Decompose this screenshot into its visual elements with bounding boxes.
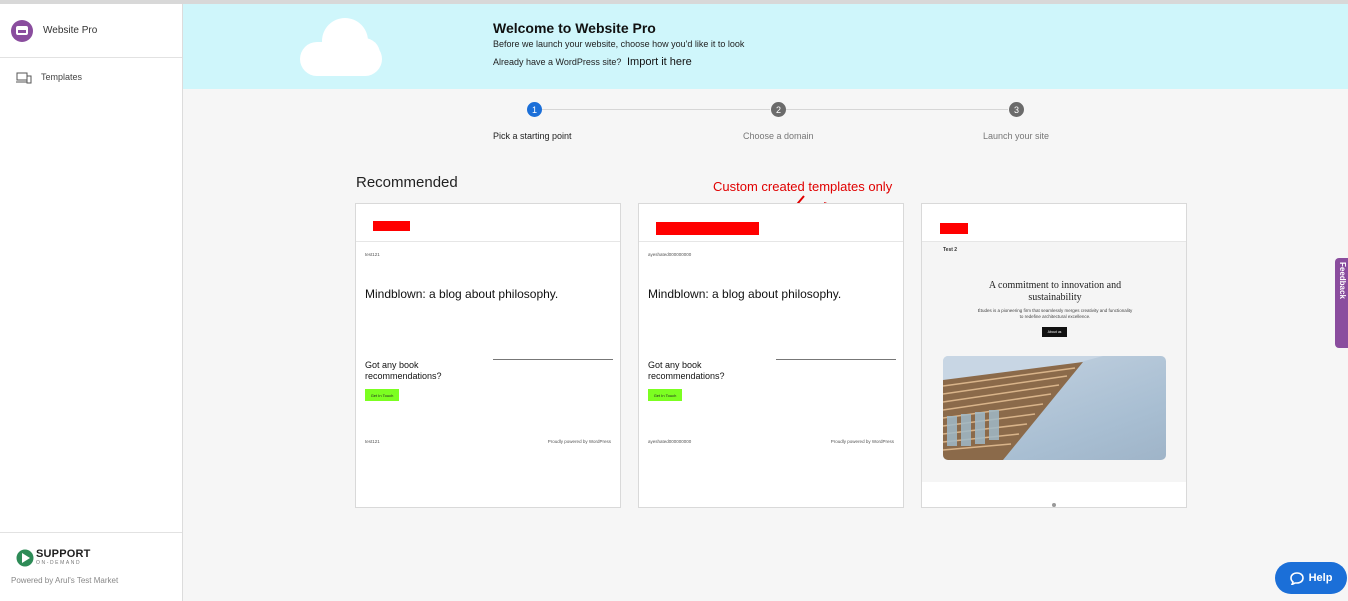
step-connector [542,109,770,110]
site-name: ayeshated000000000 [648,252,692,257]
preview-heading: A commitment to innovation and sustainab… [988,280,1122,303]
brand-name: SUPPORT [36,548,91,560]
footer-credit: Proudly powered by WordPress [830,439,894,444]
brand-tagline: ON-DEMAND [36,560,82,566]
banner-subtitle: Before we launch your website, choose ho… [493,39,745,49]
redaction-box [940,223,968,234]
divider [776,359,896,360]
chat-bubble-icon [1289,571,1304,585]
step-2-indicator: 2 [771,102,786,117]
redaction-box [373,221,410,231]
help-label: Help [1308,572,1333,584]
preview-heading: Mindblown: a blog about philosophy. [365,287,559,301]
sidebar-footer: SUPPORT ON-DEMAND Powered by Arul's Test… [0,532,182,601]
sidebar-item-label: Templates [41,72,83,82]
powered-by: Powered by Arul's Test Market [11,576,119,585]
template-card-3[interactable]: Test 2 A commitment to innovation and su… [921,203,1187,508]
import-question: Already have a WordPress site? [493,57,622,67]
step-3-indicator: 3 [1009,102,1024,117]
card-header [639,204,903,242]
step-1-indicator: 1 [527,102,542,117]
book-prompt: Got any book recommendations? [365,360,442,381]
site-name: Test 2 [943,247,958,253]
feedback-label: Feedback [1338,262,1347,299]
welcome-banner: Welcome to Website Pro Before we launch … [183,4,1348,89]
app-title: Website Pro [43,25,98,36]
sidebar: Website Pro Templates SUPPORT ON-DEMAND … [0,4,183,601]
help-button[interactable]: Help [1275,562,1347,594]
recommended-heading: Recommended [356,174,458,191]
building-image [943,356,1166,460]
banner-title: Welcome to Website Pro [493,20,656,36]
template-card-2[interactable]: ayeshated000000000 Mindblown: a blog abo… [638,203,904,508]
import-link[interactable]: Import it here [627,56,692,68]
website-pro-icon [11,19,33,42]
sidebar-item-templates[interactable]: Templates [0,59,182,95]
step-connector [786,109,1008,110]
step-1-label: Pick a starting point [493,131,572,141]
about-button: About us [1042,327,1067,337]
devices-icon [16,71,32,84]
cta-button: Get In Touch [365,389,399,401]
book-prompt: Got any book recommendations? [648,360,725,381]
footer-site-name: test121 [365,439,380,444]
play-logo-icon [16,549,34,567]
cta-button: Get In Touch [648,389,682,401]
step-2-label: Choose a domain [743,131,814,141]
card-header [922,204,1186,242]
card-header [356,204,620,242]
cloud-icon [300,18,384,76]
feedback-tab[interactable]: Feedback [1335,258,1348,348]
redaction-box [656,222,759,235]
footer-site-name: ayeshated000000000 [648,439,692,444]
site-name: test121 [365,252,380,257]
step-3-label: Launch your site [983,131,1050,141]
divider [493,359,613,360]
annotation-text: Custom created templates only [713,179,893,194]
brand-logo: SUPPORT ON-DEMAND [16,549,91,567]
footer-credit: Proudly powered by WordPress [547,439,611,444]
sidebar-header[interactable]: Website Pro [0,4,182,58]
preview-description: Études is a pioneering firm that seamles… [977,308,1133,319]
loading-indicator [1052,503,1056,507]
template-card-1[interactable]: test121 Mindblown: a blog about philosop… [355,203,621,508]
preview-heading: Mindblown: a blog about philosophy. [648,287,842,301]
